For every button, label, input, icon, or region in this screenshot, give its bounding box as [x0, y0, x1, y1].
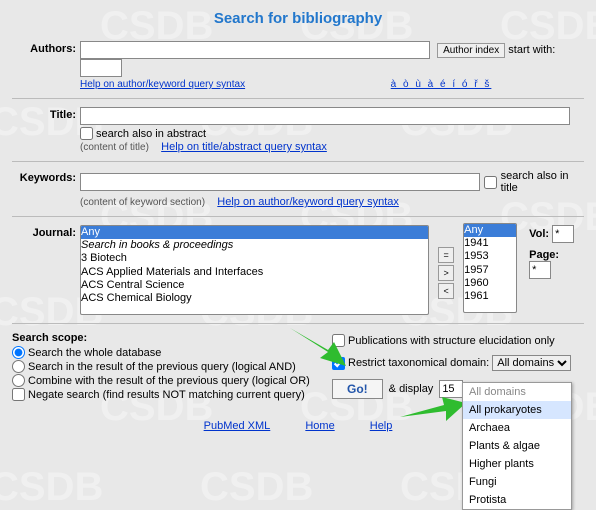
author-index-button[interactable]: Author index — [437, 43, 505, 58]
authors-help-link[interactable]: Help on author/keyword query syntax — [80, 79, 245, 90]
domain-option[interactable]: Protista — [463, 491, 571, 509]
year-option[interactable]: 1960 — [464, 277, 516, 290]
negate-checkbox[interactable] — [12, 388, 25, 401]
title-help-link[interactable]: Help on title/abstract query syntax — [161, 141, 327, 153]
abstract-checkbox-label: search also in abstract — [96, 128, 206, 140]
display-count-input[interactable] — [439, 380, 463, 398]
keywords-hint: (content of keyword section) — [80, 197, 205, 208]
scope-prev-and-radio[interactable] — [12, 360, 25, 373]
title-label: Title: — [12, 107, 80, 121]
journal-label: Journal: — [12, 225, 80, 239]
domain-select[interactable]: All domains — [492, 355, 571, 371]
accent-chars[interactable]: à ò ù à é í ó ř š — [391, 79, 492, 90]
divider — [12, 323, 584, 324]
year-option[interactable]: 1957 — [464, 264, 516, 277]
domain-option[interactable]: Fungi — [463, 473, 571, 491]
divider — [12, 98, 584, 99]
year-lt-button[interactable]: < — [438, 283, 454, 299]
page-title: Search for bibliography — [12, 10, 584, 27]
journal-option[interactable]: Any — [81, 226, 428, 239]
domain-dropdown-panel: All domains All prokaryotes Archaea Plan… — [462, 382, 572, 510]
domain-option[interactable]: All prokaryotes — [463, 401, 571, 419]
scope-whole-db-label: Search the whole database — [28, 347, 161, 359]
title-hint: (content of title) — [80, 142, 149, 153]
authors-input[interactable] — [80, 41, 430, 59]
year-option[interactable]: Any — [464, 224, 516, 237]
journal-option[interactable]: ACS Central Science — [81, 279, 428, 292]
struct-elucidation-checkbox[interactable] — [332, 334, 345, 347]
domain-option[interactable]: Archaea — [463, 419, 571, 437]
scope-prev-or-radio[interactable] — [12, 374, 25, 387]
scope-title: Search scope: — [12, 332, 322, 344]
journal-option[interactable]: ACS Chemical Biology — [81, 292, 428, 305]
start-with-input[interactable] — [80, 59, 122, 77]
start-with-label: start with: — [508, 44, 555, 56]
go-button[interactable]: Go! — [332, 379, 383, 399]
home-link[interactable]: Home — [305, 420, 334, 432]
year-eq-button[interactable]: = — [438, 247, 454, 263]
restrict-domain-label: Restrict taxonomical domain: — [348, 357, 489, 369]
scope-whole-db-radio[interactable] — [12, 346, 25, 359]
scope-prev-and-label: Search in the result of the previous que… — [28, 361, 296, 373]
also-title-label: search also in title — [501, 170, 584, 194]
pubmed-xml-link[interactable]: PubMed XML — [204, 420, 271, 432]
restrict-domain-checkbox[interactable] — [332, 357, 345, 370]
vol-input[interactable] — [552, 225, 574, 243]
domain-option[interactable]: All domains — [463, 383, 571, 401]
year-option[interactable]: 1941 — [464, 237, 516, 250]
negate-label: Negate search (find results NOT matching… — [28, 389, 305, 401]
abstract-checkbox[interactable] — [80, 127, 93, 140]
title-input[interactable] — [80, 107, 570, 125]
divider — [12, 216, 584, 217]
divider — [12, 161, 584, 162]
journal-option[interactable]: ACS Applied Materials and Interfaces — [81, 266, 428, 279]
watermark-text: CSDB — [0, 465, 103, 505]
journal-option[interactable]: 3 Biotech — [81, 252, 428, 265]
year-option[interactable]: 1961 — [464, 290, 516, 303]
page-input[interactable] — [529, 261, 551, 279]
watermark-text: CSDB — [200, 465, 313, 505]
page-label: Page: — [529, 249, 559, 261]
journal-option[interactable]: Search in books & proceedings — [81, 239, 428, 252]
also-title-checkbox[interactable] — [484, 176, 497, 189]
domain-option[interactable]: Plants & algae — [463, 437, 571, 455]
keywords-help-link[interactable]: Help on author/keyword query syntax — [217, 196, 399, 208]
journal-select[interactable]: Any Search in books & proceedings 3 Biot… — [80, 225, 429, 315]
year-select[interactable]: Any 1941 1953 1957 1960 1961 — [463, 223, 517, 313]
year-option[interactable]: 1953 — [464, 250, 516, 263]
keywords-label: Keywords: — [12, 170, 80, 184]
keywords-input[interactable] — [80, 173, 480, 191]
vol-label: Vol: — [529, 228, 549, 240]
display-label: & display — [389, 383, 434, 395]
help-link[interactable]: Help — [370, 420, 393, 432]
year-gt-button[interactable]: > — [438, 265, 454, 281]
domain-option[interactable]: Higher plants — [463, 455, 571, 473]
authors-label: Authors: — [12, 41, 80, 55]
scope-prev-or-label: Combine with the result of the previous … — [28, 375, 310, 387]
struct-elucidation-label: Publications with structure elucidation … — [348, 335, 555, 347]
